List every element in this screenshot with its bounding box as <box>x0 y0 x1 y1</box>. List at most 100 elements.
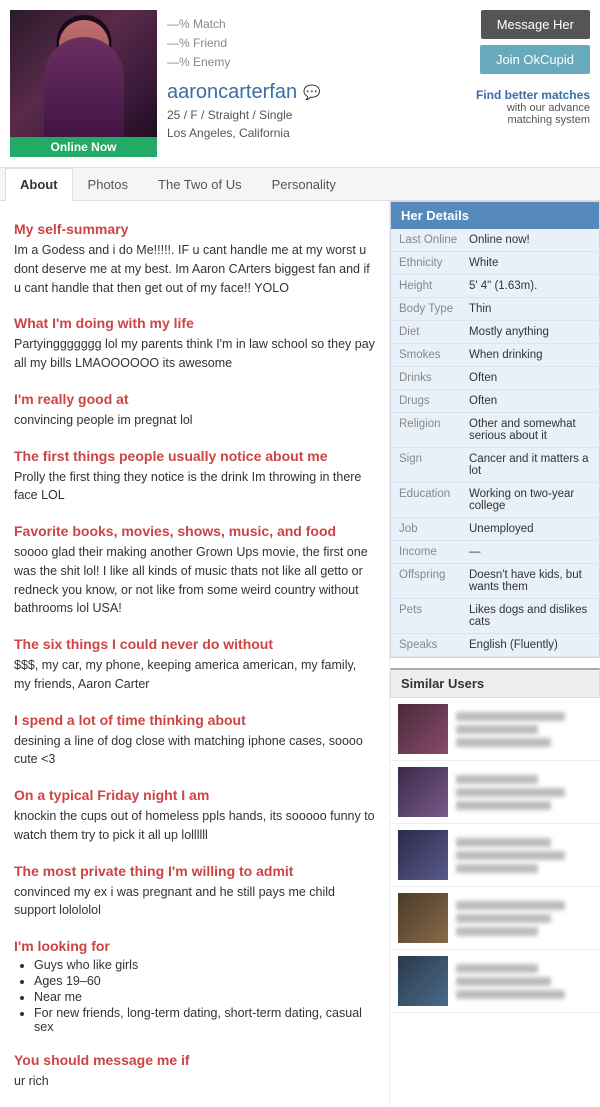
doing-body: Partyinggggggg lol my parents think I'm … <box>14 335 375 373</box>
find-better-matches: Find better matches with our advance mat… <box>476 88 590 126</box>
detail-label: Education <box>399 488 469 512</box>
books-heading: Favorite books, movies, shows, music, an… <box>14 523 375 539</box>
blur-bar <box>456 990 565 999</box>
relationship-status: Single <box>259 108 292 122</box>
detail-row: DrinksOften <box>391 367 599 390</box>
detail-row: OffspringDoesn't have kids, but wants th… <box>391 564 599 599</box>
blur-bar <box>456 964 538 973</box>
detail-row: ReligionOther and somewhat serious about… <box>391 413 599 448</box>
tab-about[interactable]: About <box>5 168 73 201</box>
tab-two-of-us[interactable]: The Two of Us <box>143 168 257 200</box>
detail-row: Body TypeThin <box>391 298 599 321</box>
detail-label: Pets <box>399 604 469 628</box>
similar-user-item[interactable] <box>390 698 600 761</box>
details-rows: Last OnlineOnline now!EthnicityWhiteHeig… <box>391 229 599 657</box>
detail-value: Often <box>469 395 591 407</box>
blur-bar <box>456 738 551 747</box>
similar-user-info <box>456 901 592 936</box>
blur-bar <box>456 977 551 986</box>
enemy-pct: —% Enemy <box>167 53 460 72</box>
private-body: convinced my ex i was pregnant and he st… <box>14 883 375 921</box>
similar-user-info <box>456 838 592 873</box>
join-button[interactable]: Join OkCupid <box>480 45 590 74</box>
orientation: Straight <box>208 108 249 122</box>
detail-value: Unemployed <box>469 523 591 535</box>
detail-row: DrugsOften <box>391 390 599 413</box>
tabs: About Photos The Two of Us Personality <box>0 168 600 201</box>
similar-user-item[interactable] <box>390 887 600 950</box>
thinking-heading: I spend a lot of time thinking about <box>14 712 375 728</box>
blur-bar <box>456 712 565 721</box>
blur-bar <box>456 914 551 923</box>
list-item: Near me <box>34 990 375 1004</box>
username[interactable]: aaroncarterfan <box>167 81 297 104</box>
detail-label: Drinks <box>399 372 469 384</box>
detail-value: Often <box>469 372 591 384</box>
age: 25 <box>167 108 180 122</box>
detail-label: Body Type <box>399 303 469 315</box>
detail-row: JobUnemployed <box>391 518 599 541</box>
detail-row: Income— <box>391 541 599 564</box>
blur-bar <box>456 775 538 784</box>
blur-bar <box>456 788 565 797</box>
detail-value: English (Fluently) <box>469 639 591 651</box>
detail-label: Job <box>399 523 469 535</box>
similar-user-info <box>456 712 592 747</box>
good-at-body: convincing people im pregnat lol <box>14 411 375 430</box>
detail-value: When drinking <box>469 349 591 361</box>
detail-value: Cancer and it matters a lot <box>469 453 591 477</box>
detail-label: Speaks <box>399 639 469 651</box>
detail-value: Likes dogs and dislikes cats <box>469 604 591 628</box>
detail-value: Working on two-year college <box>469 488 591 512</box>
profile-info: —% Match —% Friend —% Enemy aaroncarterf… <box>167 10 460 140</box>
her-details-header: Her Details <box>391 202 599 229</box>
detail-value: Online now! <box>469 234 591 246</box>
detail-value: Thin <box>469 303 591 315</box>
blur-bar <box>456 851 565 860</box>
message-button[interactable]: Message Her <box>481 10 590 39</box>
detail-label: Drugs <box>399 395 469 407</box>
detail-label: Religion <box>399 418 469 442</box>
similar-user-item[interactable] <box>390 824 600 887</box>
message-body: ur rich <box>14 1072 375 1091</box>
find-better-sub: with our advance <box>476 102 590 114</box>
detail-label: Income <box>399 546 469 558</box>
header: Online Now —% Match —% Friend —% Enemy a… <box>0 0 600 168</box>
tab-photos[interactable]: Photos <box>73 168 143 200</box>
profile-actions: Message Her Join OkCupid Find better mat… <box>470 10 590 126</box>
location: Los Angeles, California <box>167 126 460 140</box>
blur-bar <box>456 927 538 936</box>
tab-personality[interactable]: Personality <box>257 168 351 200</box>
detail-label: Sign <box>399 453 469 477</box>
six-things-body: $$$, my car, my phone, keeping america a… <box>14 656 375 694</box>
summary-heading: My self-summary <box>14 221 375 237</box>
gender: F <box>190 108 197 122</box>
detail-value: 5' 4" (1.63m). <box>469 280 591 292</box>
profile-photo <box>10 10 157 157</box>
chat-icon: 💬 <box>303 84 320 101</box>
detail-label: Last Online <box>399 234 469 246</box>
similar-user-item[interactable] <box>390 950 600 1013</box>
detail-label: Height <box>399 280 469 292</box>
message-heading: You should message me if <box>14 1052 375 1068</box>
doing-heading: What I'm doing with my life <box>14 315 375 331</box>
username-row: aaroncarterfan 💬 <box>167 81 460 104</box>
similar-user-item[interactable] <box>390 761 600 824</box>
detail-label: Diet <box>399 326 469 338</box>
main-content: My self-summary Im a Godess and i do Me!… <box>0 201 600 1107</box>
similar-user-thumb <box>398 704 448 754</box>
similar-users-header: Similar Users <box>390 668 600 698</box>
thinking-body: desining a line of dog close with matchi… <box>14 732 375 770</box>
detail-label: Ethnicity <box>399 257 469 269</box>
detail-row: Height5' 4" (1.63m). <box>391 275 599 298</box>
books-body: soooo glad their making another Grown Up… <box>14 543 375 618</box>
match-pct: —% Match <box>167 15 460 34</box>
left-column: My self-summary Im a Godess and i do Me!… <box>0 201 390 1107</box>
private-heading: The most private thing I'm willing to ad… <box>14 863 375 879</box>
similar-user-thumb <box>398 830 448 880</box>
summary-body: Im a Godess and i do Me!!!!!. IF u cant … <box>14 241 375 297</box>
blur-bar <box>456 838 551 847</box>
detail-value: Doesn't have kids, but wants them <box>469 569 591 593</box>
similar-user-info <box>456 964 592 999</box>
list-item: Guys who like girls <box>34 958 375 972</box>
